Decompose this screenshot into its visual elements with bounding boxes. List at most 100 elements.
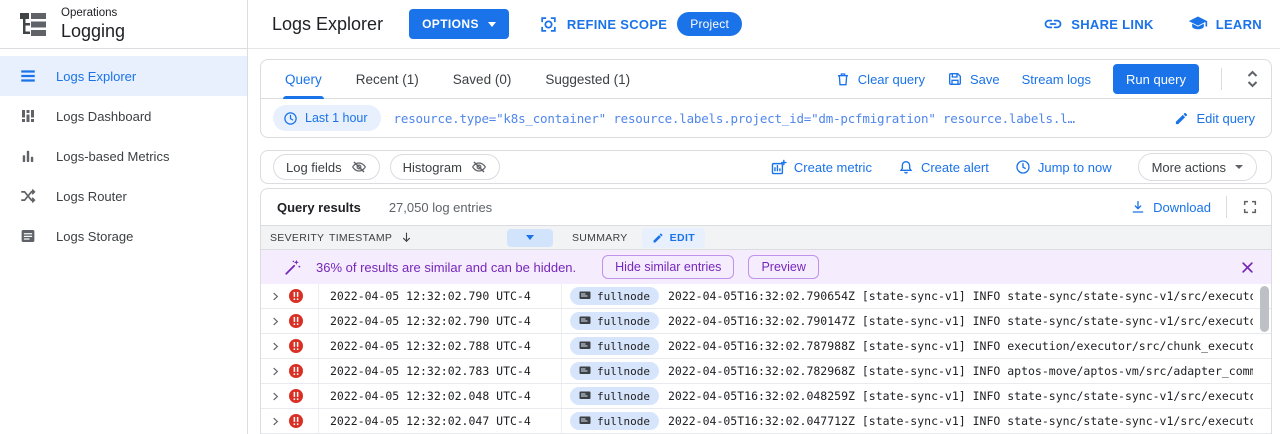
- log-fields-toggle[interactable]: Log fields: [273, 154, 380, 180]
- error-severity-icon: [289, 364, 303, 378]
- histogram-toggle[interactable]: Histogram: [390, 154, 500, 180]
- chevron-right-icon[interactable]: [270, 341, 281, 352]
- container-badge[interactable]: fullnode: [570, 337, 659, 355]
- terminal-icon: [579, 416, 591, 426]
- log-row[interactable]: 2022-04-05 12:32:02.047 UTC-4 fullnode 2…: [261, 409, 1271, 434]
- row-message: 2022-04-05T16:32:02.047712Z [state-sync-…: [668, 414, 1253, 428]
- create-alert-button[interactable]: Create alert: [898, 159, 989, 175]
- time-range-label: Last 1 hour: [305, 111, 368, 125]
- stream-logs-button[interactable]: Stream logs: [1022, 72, 1091, 87]
- share-link-button[interactable]: SHARE LINK: [1043, 14, 1153, 34]
- row-summary: fullnode 2022-04-05T16:32:02.790147Z [st…: [561, 309, 1271, 333]
- fullscreen-icon[interactable]: [1242, 199, 1258, 215]
- options-button-label: OPTIONS: [422, 17, 479, 31]
- tab-query[interactable]: Query: [285, 60, 322, 98]
- chevron-down-icon: [526, 235, 534, 240]
- collapse-chevrons-icon[interactable]: [1244, 69, 1261, 89]
- time-range-pill[interactable]: Last 1 hour: [273, 105, 381, 131]
- row-timestamp: 2022-04-05 12:32:02.788 UTC-4: [318, 334, 561, 358]
- options-button[interactable]: OPTIONS: [409, 9, 509, 39]
- refine-scope-button[interactable]: REFINE SCOPE: [539, 15, 667, 34]
- tools-actions: Create metric Create alert Jump to now M…: [770, 153, 1257, 181]
- sidebar-item-logs-dashboard[interactable]: Logs Dashboard: [0, 96, 247, 136]
- chevron-right-icon[interactable]: [270, 291, 281, 302]
- row-controls: [261, 284, 318, 308]
- badge-label: fullnode: [597, 390, 650, 403]
- sidebar-item-label: Logs Explorer: [56, 69, 136, 84]
- results-actions: Download: [1130, 196, 1258, 218]
- log-row[interactable]: 2022-04-05 12:32:02.783 UTC-4 fullnode 2…: [261, 359, 1271, 384]
- arrow-down-icon[interactable]: [400, 231, 413, 244]
- jump-to-now-button[interactable]: Jump to now: [1015, 159, 1112, 175]
- graduation-cap-icon: [1188, 14, 1208, 34]
- vertical-scrollbar[interactable]: [1260, 286, 1269, 332]
- sidebar-item-label: Logs-based Metrics: [56, 149, 169, 164]
- refine-scope-label: REFINE SCOPE: [567, 17, 667, 32]
- more-actions-button[interactable]: More actions: [1138, 153, 1257, 181]
- summary-column-header: SUMMARY EDIT: [561, 228, 705, 248]
- badge-label: fullnode: [597, 340, 650, 353]
- page-header: Logs Explorer OPTIONS REFINE SCOPE Proje…: [248, 0, 1280, 49]
- error-severity-icon: [289, 389, 303, 403]
- hide-similar-entries-button[interactable]: Hide similar entries: [602, 255, 734, 279]
- learn-button[interactable]: LEARN: [1188, 14, 1262, 34]
- edit-summary-button[interactable]: EDIT: [642, 228, 706, 248]
- severity-column-header[interactable]: SEVERITY: [261, 232, 318, 244]
- refine-scope-icon: [539, 15, 558, 34]
- chevron-right-icon[interactable]: [270, 316, 281, 327]
- timestamp-column-header[interactable]: TIMESTAMP: [318, 229, 561, 247]
- container-badge[interactable]: fullnode: [570, 387, 659, 405]
- container-badge[interactable]: fullnode: [570, 362, 659, 380]
- eye-off-icon: [351, 159, 367, 175]
- tools-bar: Log fields Histogram Create metric Creat…: [260, 150, 1272, 184]
- section-name: Logging: [61, 20, 125, 42]
- log-row[interactable]: 2022-04-05 12:32:02.790 UTC-4 fullnode 2…: [261, 284, 1271, 309]
- chevron-down-icon: [488, 22, 496, 27]
- container-badge[interactable]: fullnode: [570, 287, 659, 305]
- chart-plus-icon: [770, 159, 787, 176]
- clock-icon: [283, 111, 298, 126]
- tab-saved[interactable]: Saved (0): [453, 60, 512, 98]
- log-row[interactable]: 2022-04-05 12:32:02.048 UTC-4 fullnode 2…: [261, 384, 1271, 409]
- container-badge[interactable]: fullnode: [570, 412, 659, 430]
- chevron-right-icon[interactable]: [270, 366, 281, 377]
- query-text[interactable]: resource.type="k8s_container" resource.l…: [394, 111, 1162, 126]
- edit-query-button[interactable]: Edit query: [1174, 111, 1255, 126]
- log-row[interactable]: 2022-04-05 12:32:02.788 UTC-4 fullnode 2…: [261, 334, 1271, 359]
- create-metric-button[interactable]: Create metric: [770, 159, 872, 176]
- timestamp-options-dropdown[interactable]: [507, 229, 553, 247]
- row-message: 2022-04-05T16:32:02.790654Z [state-sync-…: [668, 289, 1253, 303]
- download-label: Download: [1153, 200, 1211, 215]
- timestamp-column-label: TIMESTAMP: [329, 232, 392, 244]
- sidebar-item-logs-explorer[interactable]: Logs Explorer: [0, 56, 247, 96]
- sidebar-item-logs-storage[interactable]: Logs Storage: [0, 216, 247, 256]
- sidebar-item-logs-based-metrics[interactable]: Logs-based Metrics: [0, 136, 247, 176]
- tab-recent[interactable]: Recent (1): [356, 60, 419, 98]
- product-logo-block[interactable]: Operations Logging: [0, 0, 247, 49]
- divider: [1226, 196, 1227, 218]
- pencil-icon: [652, 232, 664, 244]
- row-summary: fullnode 2022-04-05T16:32:02.048259Z [st…: [561, 384, 1271, 408]
- dashboard-icon: [19, 107, 37, 125]
- preview-button[interactable]: Preview: [748, 255, 818, 279]
- download-button[interactable]: Download: [1130, 199, 1211, 215]
- terminal-icon: [579, 341, 591, 351]
- close-icon[interactable]: [1238, 258, 1257, 277]
- save-button[interactable]: Save: [947, 71, 1000, 87]
- chevron-right-icon[interactable]: [270, 416, 281, 427]
- query-tabs-row: Query Recent (1) Saved (0) Suggested (1)…: [261, 60, 1271, 99]
- container-badge[interactable]: fullnode: [570, 312, 659, 330]
- clock-icon: [1015, 159, 1031, 175]
- run-query-button[interactable]: Run query: [1113, 64, 1199, 94]
- clear-query-button[interactable]: Clear query: [835, 71, 925, 87]
- sidebar-item-logs-router[interactable]: Logs Router: [0, 176, 247, 216]
- tab-suggested[interactable]: Suggested (1): [545, 60, 630, 98]
- chevron-right-icon[interactable]: [270, 391, 281, 402]
- row-timestamp: 2022-04-05 12:32:02.047 UTC-4: [318, 409, 561, 433]
- log-row[interactable]: 2022-04-05 12:32:02.790 UTC-4 fullnode 2…: [261, 309, 1271, 334]
- row-controls: [261, 309, 318, 333]
- log-rows: 2022-04-05 12:32:02.790 UTC-4 fullnode 2…: [261, 284, 1271, 434]
- scope-project-badge[interactable]: Project: [677, 12, 742, 36]
- badge-label: fullnode: [597, 415, 650, 428]
- create-metric-label: Create metric: [794, 160, 872, 175]
